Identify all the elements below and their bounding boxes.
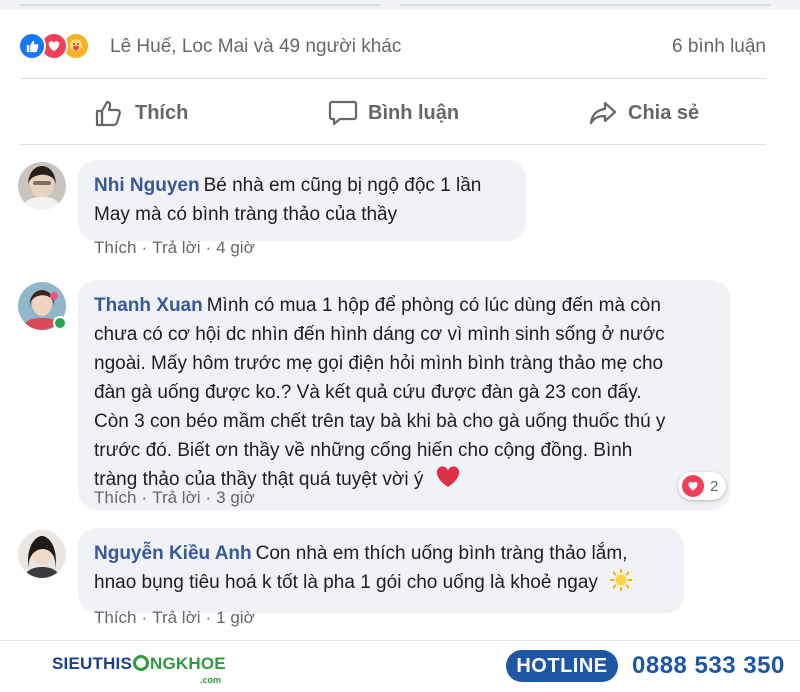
comment-text-line: chưa có cơ hội dc nhìn đến hình dáng cơ …	[94, 324, 665, 345]
comment-bubble: Nguyễn Kiều Anh Con nhà em thích uống bìn…	[78, 528, 684, 613]
like-button[interactable]: Thích	[95, 90, 188, 136]
reactions-summary[interactable]: Lê Huế, Loc Mai và 49 người khác 6 bình …	[0, 24, 800, 68]
divider	[20, 78, 766, 79]
top-strip	[0, 0, 800, 10]
logo-domain: .com	[200, 675, 222, 685]
comment-reply-link[interactable]: Trả lời	[152, 488, 200, 507]
comment-text-line: trước đó. Biết ơn thầy về những cống hiế…	[94, 440, 633, 461]
comment-count[interactable]: 6 bình luận	[672, 36, 766, 58]
brand-logo[interactable]: SIEUTHIS NGKHOE	[52, 654, 226, 674]
logo-text-part2: NGKHOE	[150, 654, 226, 673]
comment-text-line: đàn gà uống được ko.? Và kết quả cứu đượ…	[94, 382, 642, 403]
comment-time[interactable]: 1 giờ	[216, 608, 255, 627]
comment-like-link[interactable]: Thích	[94, 488, 137, 507]
comment-meta: Thích · Trả lời · 4 giờ	[94, 238, 255, 257]
hotline-label[interactable]: HOTLINE	[506, 650, 618, 682]
comment-author[interactable]: Nguyễn Kiều Anh	[94, 543, 252, 564]
comment-text-line: Còn 3 con béo mầm chết trên tay bà khi b…	[94, 411, 666, 432]
share-icon	[588, 99, 618, 127]
share-label: Chia sẻ	[628, 101, 700, 124]
comment-like-link[interactable]: Thích	[94, 608, 137, 627]
comment-text-line: Con nhà em thích uống bình tràng thảo lắ…	[255, 543, 628, 564]
like-icon	[18, 32, 46, 60]
comment-time[interactable]: 3 giờ	[216, 488, 255, 507]
comment-button[interactable]: Bình luận	[328, 90, 459, 136]
reaction-icons[interactable]	[18, 32, 108, 60]
reaction-count: 2	[710, 477, 719, 495]
comment-text-line: May mà có bình tràng thảo của thầy	[94, 204, 398, 225]
sun-icon	[609, 568, 633, 601]
brand-footer: SIEUTHIS NGKHOE .com HOTLINE 0888 533 350	[0, 640, 800, 692]
reaction-names[interactable]: Lê Huế, Loc Mai và 49 người khác	[110, 36, 401, 58]
comment-bubble: Nhi Nguyen Bé nhà em cũng bị ngộ độc 1 lầ…	[78, 160, 526, 241]
comment-like-link[interactable]: Thích	[94, 238, 137, 257]
comment-text-line: ngoài. Mấy hôm trước mẹ gọi điện hỏi mìn…	[94, 353, 664, 374]
comment-reply-link[interactable]: Trả lời	[152, 608, 200, 627]
comment-text-line: tràng thảo của thầy thật quá tuyệt vời ý	[94, 469, 424, 490]
post-actions: Thích Bình luận Chia sẻ	[0, 90, 800, 136]
avatar[interactable]	[18, 530, 66, 578]
comment-author[interactable]: Nhi Nguyen	[94, 175, 200, 196]
comment-author[interactable]: Thanh Xuan	[94, 295, 203, 316]
logo-text-part1: SIEUTHIS	[52, 654, 133, 673]
hotline-number[interactable]: 0888 533 350	[632, 652, 785, 680]
comment-meta: Thích · Trả lời · 3 giờ	[94, 488, 255, 507]
red-heart-icon	[435, 465, 461, 498]
logo-o-icon	[133, 655, 150, 671]
online-status-dot	[53, 316, 67, 330]
comment-meta: Thích · Trả lời · 1 giờ	[94, 608, 255, 627]
comment-reaction-badge[interactable]: 2	[678, 472, 727, 500]
comment-bubble: Thanh Xuan Mình có mua 1 hộp để phòng có …	[78, 280, 730, 510]
like-label: Thích	[135, 101, 189, 124]
comment-text-line: Bé nhà em cũng bị ngộ độc 1 lần	[203, 175, 482, 196]
love-icon	[682, 475, 704, 497]
comment-text-line: Mình có mua 1 hộp để phòng có lúc dùng đ…	[206, 295, 661, 316]
divider	[20, 144, 766, 145]
comment-label: Bình luận	[368, 101, 460, 124]
comment-text-line: hnao bụng tiêu hoá k tốt là pha 1 gói ch…	[94, 572, 598, 593]
share-button[interactable]: Chia sẻ	[588, 90, 699, 136]
comment-icon	[328, 99, 358, 127]
comment-reply-link[interactable]: Trả lời	[152, 238, 200, 257]
thumbs-up-icon	[95, 99, 125, 127]
comment-time[interactable]: 4 giờ	[216, 238, 255, 257]
avatar[interactable]	[18, 162, 66, 210]
